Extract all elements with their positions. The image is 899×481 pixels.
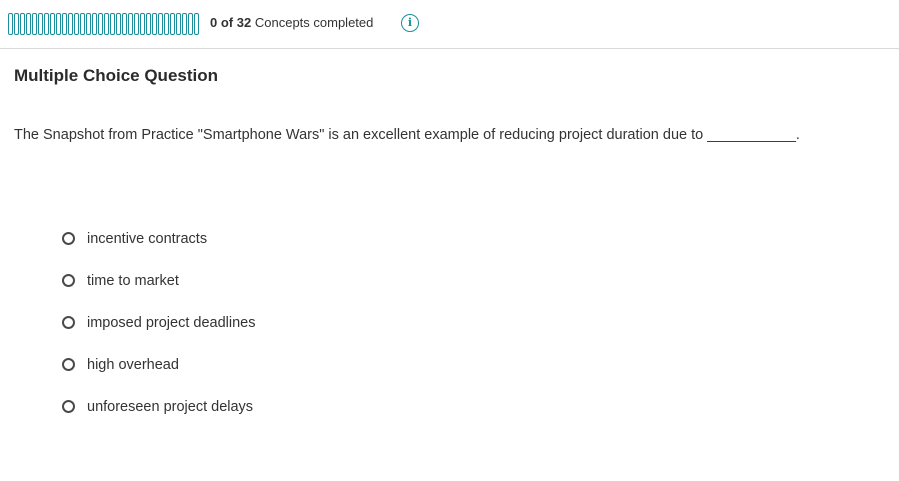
radio-button-icon[interactable] — [62, 316, 75, 329]
progress-segment — [80, 13, 85, 35]
progress-segment — [74, 13, 79, 35]
progress-segment — [98, 13, 103, 35]
answer-option-2[interactable]: time to market — [62, 269, 255, 311]
answer-option-3[interactable]: imposed project deadlines — [62, 311, 255, 353]
progress-segment — [26, 13, 31, 35]
progress-label: Concepts completed — [254, 15, 374, 30]
progress-segment — [158, 13, 163, 35]
answer-option-1[interactable]: incentive contracts — [62, 227, 255, 269]
answer-option-label: unforeseen project delays — [87, 399, 254, 415]
progress-segment — [92, 13, 97, 35]
progress-segment — [104, 13, 109, 35]
question-prompt: The Snapshot from Practice "Smartphone W… — [14, 127, 800, 143]
answer-options: incentive contracts time to market impos… — [62, 227, 255, 437]
progress-segment — [38, 13, 43, 35]
answer-option-label: high overhead — [87, 357, 179, 373]
answer-option-label: incentive contracts — [87, 231, 208, 247]
progress-segment — [20, 13, 25, 35]
progress-segment — [122, 13, 127, 35]
progress-of: of — [220, 15, 234, 30]
progress-segment — [86, 13, 91, 35]
progress-segment — [170, 13, 175, 35]
answer-option-label: time to market — [87, 273, 179, 289]
progress-segment — [44, 13, 49, 35]
progress-header: 0 of 32 Concepts completed i — [0, 0, 899, 49]
radio-button-icon[interactable] — [62, 400, 75, 413]
progress-segment — [194, 13, 199, 35]
progress-segment — [152, 13, 157, 35]
progress-segment — [164, 13, 169, 35]
info-icon[interactable]: i — [401, 14, 419, 32]
progress-segment — [14, 13, 19, 35]
radio-button-icon[interactable] — [62, 358, 75, 371]
answer-option-label: imposed project deadlines — [87, 315, 256, 331]
progress-status: 0 of 32 Concepts completed — [210, 15, 373, 30]
progress-segment — [68, 13, 73, 35]
question-title: Multiple Choice Question — [14, 66, 219, 85]
progress-segment — [140, 13, 145, 35]
concept-progress-bar — [8, 13, 199, 35]
progress-segment — [56, 13, 61, 35]
progress-segment — [188, 13, 193, 35]
answer-option-4[interactable]: high overhead — [62, 353, 255, 395]
progress-segment — [182, 13, 187, 35]
answer-option-5[interactable]: unforeseen project delays — [62, 395, 255, 437]
progress-segment — [32, 13, 37, 35]
progress-segment — [110, 13, 115, 35]
progress-segment — [128, 13, 133, 35]
progress-segment — [176, 13, 181, 35]
progress-segment — [8, 13, 13, 35]
progress-segment — [134, 13, 139, 35]
progress-total-count: 32 — [236, 15, 252, 30]
radio-button-icon[interactable] — [62, 274, 75, 287]
progress-segment — [146, 13, 151, 35]
radio-button-icon[interactable] — [62, 232, 75, 245]
progress-segment — [116, 13, 121, 35]
progress-segment — [50, 13, 55, 35]
progress-segment — [62, 13, 67, 35]
progress-completed-count: 0 — [210, 15, 218, 30]
